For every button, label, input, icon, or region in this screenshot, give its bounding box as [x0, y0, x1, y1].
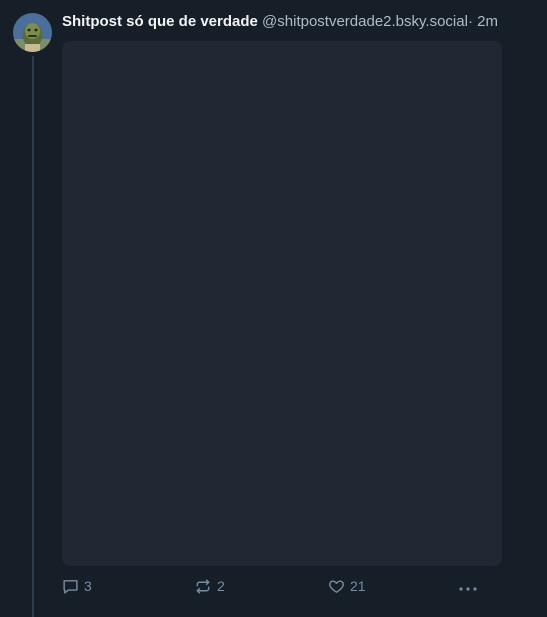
avatar[interactable]: [13, 13, 52, 52]
thread-line: [32, 56, 34, 617]
repost-button[interactable]: 2: [194, 574, 225, 598]
separator: ·: [467, 13, 473, 30]
author-display-name[interactable]: Shitpost só que de verdade: [62, 13, 258, 30]
post-timestamp[interactable]: 2m: [477, 13, 498, 30]
ellipsis-icon: [458, 578, 478, 595]
speech-bubble-icon: [62, 578, 79, 595]
more-options-button[interactable]: [458, 574, 478, 598]
post-actions: 3 2 21: [62, 574, 502, 598]
author-handle[interactable]: @shitpostverdade2.bsky.social: [262, 13, 468, 30]
reply-button[interactable]: 3: [62, 574, 92, 598]
avatar-image: [13, 13, 52, 52]
repost-arrows-icon: [194, 578, 212, 595]
reply-count: 3: [84, 578, 92, 594]
heart-icon: [328, 578, 345, 595]
repost-count: 2: [217, 578, 225, 594]
post-item[interactable]: Shitpost só que de verdade @shitpostverd…: [0, 0, 547, 617]
like-button[interactable]: 21: [328, 574, 366, 598]
post-media[interactable]: [62, 41, 502, 566]
post-header: Shitpost só que de verdade @shitpostverd…: [62, 12, 532, 32]
like-count: 21: [350, 578, 366, 594]
